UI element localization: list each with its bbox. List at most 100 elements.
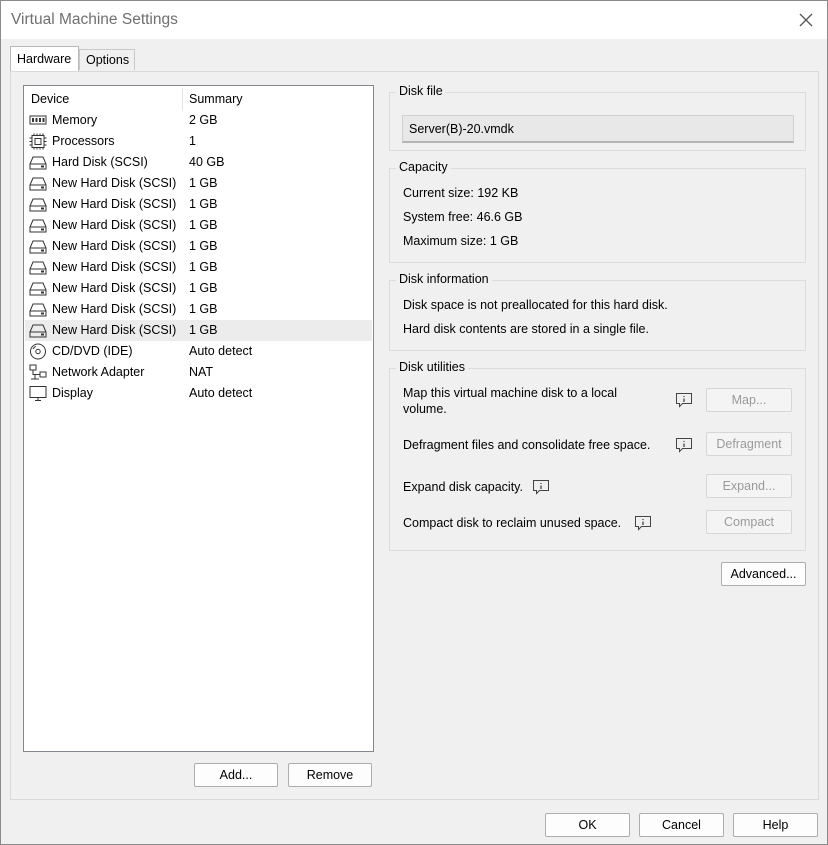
remove-button[interactable]: Remove — [288, 763, 372, 787]
disk-information-group: Disk information Disk space is not preal… — [389, 272, 806, 351]
advanced-button[interactable]: Advanced... — [721, 562, 806, 586]
device-summary: 1 GB — [189, 323, 218, 337]
info-icon[interactable] — [675, 392, 693, 408]
device-row-display[interactable]: Display Auto detect — [25, 383, 372, 404]
network-adapter-icon — [29, 364, 47, 380]
disk-utilities-label: Disk utilities — [396, 360, 468, 374]
expand-button[interactable]: Expand... — [706, 474, 792, 498]
title-bar: Virtual Machine Settings — [1, 1, 827, 39]
device-name: New Hard Disk (SCSI) — [52, 323, 177, 337]
help-button[interactable]: Help — [733, 813, 818, 837]
hard-disk-icon — [29, 282, 47, 296]
device-name: New Hard Disk (SCSI) — [52, 197, 177, 211]
capacity-group: Capacity Current size: 192 KB System fre… — [389, 160, 806, 263]
device-summary: 1 GB — [189, 302, 218, 316]
map-description-line2: volume. — [403, 402, 447, 416]
compact-description: Compact disk to reclaim unused space. — [403, 516, 622, 530]
close-icon — [799, 13, 813, 27]
add-button[interactable]: Add... — [194, 763, 278, 787]
device-name: Memory — [52, 113, 98, 127]
disk-info-line1: Disk space is not preallocated for this … — [403, 298, 668, 312]
device-summary: 1 GB — [189, 239, 218, 253]
device-row-hard-disk[interactable]: Hard Disk (SCSI) 40 GB — [25, 152, 372, 173]
device-name: CD/DVD (IDE) — [52, 344, 133, 358]
column-divider[interactable] — [182, 88, 183, 110]
hard-disk-icon — [29, 198, 47, 212]
disk-information-label: Disk information — [396, 272, 492, 286]
maximum-size-text: Maximum size: 1 GB — [403, 234, 519, 248]
disk-file-field[interactable]: Server(B)-20.vmdk — [402, 115, 794, 143]
tab-hardware[interactable]: Hardware — [10, 46, 79, 71]
device-summary: 1 GB — [189, 218, 218, 232]
info-icon[interactable] — [675, 437, 693, 453]
column-header-device[interactable]: Device — [31, 92, 69, 106]
device-row-new-hard-disk[interactable]: New Hard Disk (SCSI) 1 GB — [25, 278, 372, 299]
hard-disk-icon — [29, 177, 47, 191]
device-summary: 1 — [189, 134, 196, 148]
current-size-text: Current size: 192 KB — [403, 186, 519, 200]
ok-button[interactable]: OK — [545, 813, 630, 837]
tab-hardware-label: Hardware — [17, 52, 72, 66]
processor-icon — [29, 133, 47, 150]
device-row-cd-dvd[interactable]: CD/DVD (IDE) Auto detect — [25, 341, 372, 362]
info-icon[interactable] — [634, 515, 652, 531]
tab-options-label: Options — [86, 53, 130, 67]
device-list[interactable]: Device Summary Memory 2 GB Processors 1 … — [23, 85, 374, 752]
hard-disk-icon — [29, 303, 47, 317]
defragment-button[interactable]: Defragment — [706, 432, 792, 456]
device-summary: 40 GB — [189, 155, 225, 169]
device-name: New Hard Disk (SCSI) — [52, 302, 177, 316]
cancel-button[interactable]: Cancel — [639, 813, 724, 837]
memory-icon — [29, 115, 47, 125]
close-button[interactable] — [791, 5, 821, 35]
hard-disk-icon — [29, 324, 47, 338]
map-description-line1: Map this virtual machine disk to a local — [403, 386, 617, 400]
column-header-summary[interactable]: Summary — [189, 92, 242, 106]
device-name: Processors — [52, 134, 115, 148]
device-summary: 2 GB — [189, 113, 218, 127]
device-name: New Hard Disk (SCSI) — [52, 239, 177, 253]
hard-disk-icon — [29, 261, 47, 275]
disk-utilities-group: Disk utilities Map this virtual machine … — [389, 360, 806, 551]
device-row-new-hard-disk[interactable]: New Hard Disk (SCSI) 1 GB — [25, 299, 372, 320]
expand-description: Expand disk capacity. — [403, 480, 523, 494]
cd-dvd-icon — [30, 343, 46, 360]
disk-file-label: Disk file — [396, 84, 446, 98]
settings-window: Virtual Machine Settings Hardware Option… — [0, 0, 828, 845]
device-summary: Auto detect — [189, 386, 253, 400]
device-name: Hard Disk (SCSI) — [52, 155, 148, 169]
device-name: New Hard Disk (SCSI) — [52, 176, 177, 190]
device-row-new-hard-disk[interactable]: New Hard Disk (SCSI) 1 GB — [25, 236, 372, 257]
hard-disk-icon — [29, 219, 47, 233]
disk-file-group: Disk file Server(B)-20.vmdk — [389, 84, 806, 151]
system-free-text: System free: 46.6 GB — [403, 210, 523, 224]
disk-info-line2: Hard disk contents are stored in a singl… — [403, 322, 649, 336]
device-name: New Hard Disk (SCSI) — [52, 218, 177, 232]
device-row-new-hard-disk[interactable]: New Hard Disk (SCSI) 1 GB — [25, 194, 372, 215]
compact-button[interactable]: Compact — [706, 510, 792, 534]
device-row-new-hard-disk[interactable]: New Hard Disk (SCSI) 1 GB — [25, 173, 372, 194]
device-row-network-adapter[interactable]: Network Adapter NAT — [25, 362, 372, 383]
list-header: Device Summary — [24, 86, 373, 110]
info-icon[interactable] — [532, 479, 550, 495]
device-name: Network Adapter — [52, 365, 145, 379]
device-row-processors[interactable]: Processors 1 — [25, 131, 372, 152]
disk-file-value: Server(B)-20.vmdk — [409, 122, 514, 136]
device-summary: Auto detect — [189, 344, 253, 358]
device-row-memory[interactable]: Memory 2 GB — [25, 110, 372, 131]
device-summary: NAT — [189, 365, 214, 379]
device-name: New Hard Disk (SCSI) — [52, 281, 177, 295]
device-name: New Hard Disk (SCSI) — [52, 260, 177, 274]
tab-options[interactable]: Options — [79, 49, 135, 70]
device-summary: 1 GB — [189, 176, 218, 190]
window-title: Virtual Machine Settings — [11, 11, 178, 28]
device-row-new-hard-disk[interactable]: New Hard Disk (SCSI) 1 GB — [25, 215, 372, 236]
device-name: Display — [52, 386, 93, 400]
device-row-new-hard-disk-selected[interactable]: New Hard Disk (SCSI) 1 GB — [25, 320, 372, 341]
device-summary: 1 GB — [189, 197, 218, 211]
display-icon — [29, 386, 47, 401]
device-row-new-hard-disk[interactable]: New Hard Disk (SCSI) 1 GB — [25, 257, 372, 278]
defrag-description: Defragment files and consolidate free sp… — [403, 438, 651, 452]
hard-disk-icon — [29, 240, 47, 254]
map-button[interactable]: Map... — [706, 388, 792, 412]
